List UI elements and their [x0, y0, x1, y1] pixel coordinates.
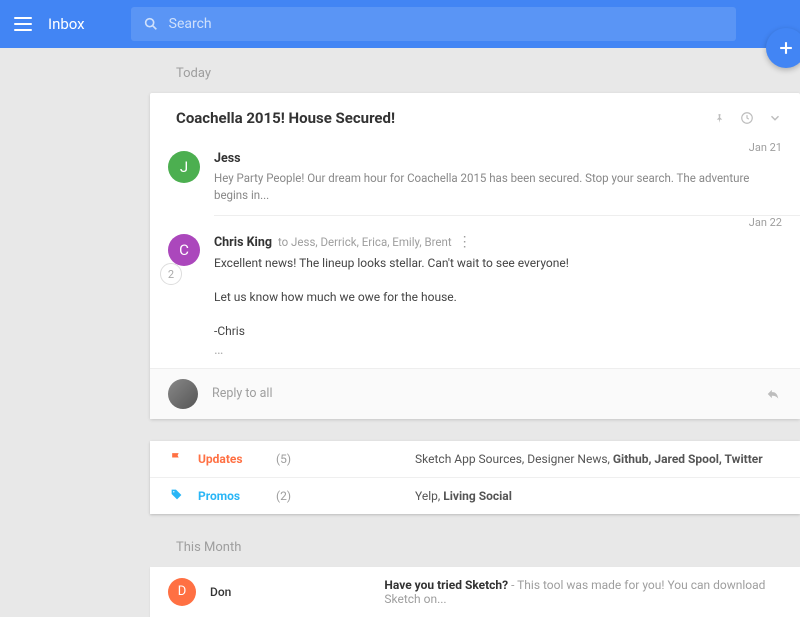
- bundle-promos[interactable]: Promos (2) Yelp, Living Social: [150, 478, 800, 514]
- sender-name: Don: [210, 585, 370, 599]
- message-date: Jan 22: [749, 216, 782, 229]
- pin-icon[interactable]: [713, 112, 726, 125]
- collapsed-count-badge[interactable]: 2: [160, 263, 182, 285]
- thread-header: Coachella 2015! House Secured!: [150, 93, 800, 141]
- clock-icon[interactable]: [740, 111, 754, 125]
- bundle-updates[interactable]: Updates (5) Sketch App Sources, Designer…: [150, 441, 800, 478]
- thread-actions: [713, 111, 782, 125]
- avatar: C: [168, 234, 200, 266]
- search-bar[interactable]: [131, 7, 736, 41]
- menu-icon[interactable]: [14, 17, 32, 31]
- main-content: Today Coachella 2015! House Secured! J J…: [150, 48, 800, 617]
- bundle-sources: Sketch App Sources, Designer News, Githu…: [415, 452, 782, 466]
- thread-title: Coachella 2015! House Secured!: [176, 109, 395, 127]
- app-title: Inbox: [48, 15, 85, 33]
- user-avatar: [168, 379, 198, 409]
- chevron-down-icon[interactable]: [768, 111, 782, 125]
- reply-placeholder: Reply to all: [212, 386, 750, 401]
- message-collapsed[interactable]: J Jess Hey Party People! Our dream hour …: [150, 141, 800, 215]
- reply-icon[interactable]: [764, 387, 782, 401]
- bundle-count: (5): [276, 452, 291, 466]
- search-input[interactable]: [169, 16, 724, 32]
- email-subject-preview: Have you tried Sketch? - This tool was m…: [384, 578, 782, 606]
- bundle-sources: Yelp, Living Social: [415, 489, 782, 503]
- bundle-count: (2): [276, 489, 291, 503]
- search-icon: [143, 16, 159, 32]
- message-line: Excellent news! The lineup looks stellar…: [214, 254, 782, 272]
- section-this-month: This Month: [150, 532, 800, 567]
- sender-name: Chris King: [214, 235, 272, 250]
- thread-card: Coachella 2015! House Secured! J Jess He…: [150, 93, 800, 419]
- bundle-name: Promos: [198, 489, 262, 503]
- message-date: Jan 21: [749, 141, 782, 154]
- message-preview: Hey Party People! Our dream hour for Coa…: [214, 170, 782, 205]
- sender-name: Jess: [214, 151, 241, 166]
- bundles-card: Updates (5) Sketch App Sources, Designer…: [150, 441, 800, 514]
- ellipsis-icon[interactable]: …: [214, 342, 782, 358]
- app-header: Inbox: [0, 0, 800, 48]
- message-line: -Chris: [214, 322, 782, 340]
- tag-icon: [168, 488, 184, 504]
- more-icon[interactable]: ⋮: [458, 234, 472, 250]
- message-expanded: C Chris King to Jess, Derrick, Erica, Em…: [150, 216, 800, 368]
- section-today: Today: [150, 58, 800, 93]
- message-line: Let us know how much we owe for the hous…: [214, 288, 782, 306]
- bundle-name: Updates: [198, 452, 262, 466]
- flag-icon: [168, 451, 184, 467]
- reply-row[interactable]: Reply to all: [150, 368, 800, 419]
- email-row[interactable]: D Don Have you tried Sketch? - This tool…: [150, 567, 800, 617]
- avatar: J: [168, 151, 200, 183]
- recipients: to Jess, Derrick, Erica, Emily, Brent: [278, 235, 452, 249]
- avatar: D: [168, 578, 196, 606]
